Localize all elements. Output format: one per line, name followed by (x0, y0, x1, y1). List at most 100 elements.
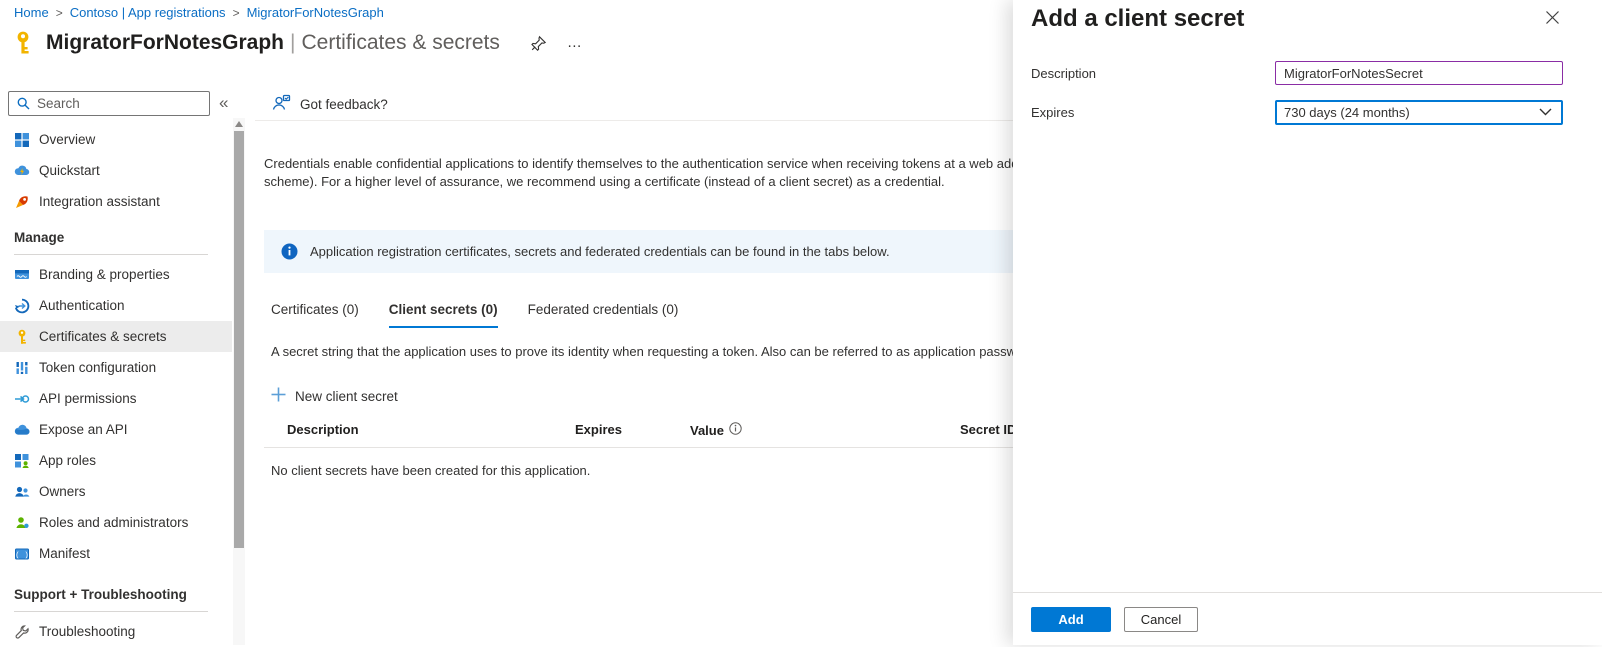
panel-title: Add a client secret (1031, 5, 1244, 33)
key-icon (10, 30, 36, 56)
sidebar-item-label: App roles (39, 453, 96, 468)
expires-field-row: Expires 730 days (24 months) (1031, 99, 1564, 125)
page-title-section: Certificates & secrets (301, 31, 499, 54)
new-client-secret-button[interactable]: New client secret (271, 387, 398, 405)
page-title: MigratorForNotesGraph|Certificates & sec… (46, 31, 500, 55)
column-header-secret-id: Secret ID (960, 422, 1016, 437)
info-banner-text: Application registration certificates, s… (310, 244, 890, 259)
sidebar-item-label: Expose an API (39, 422, 128, 437)
svg-text:( ): ( ) (15, 551, 29, 559)
sidebar-search-box[interactable] (8, 91, 210, 116)
column-header-expires: Expires (575, 422, 622, 437)
breadcrumb: Home > Contoso | App registrations > Mig… (14, 5, 384, 20)
sidebar-item-label: API permissions (39, 391, 137, 406)
sidebar-item-roles-administrators[interactable]: Roles and administrators (0, 507, 232, 538)
overview-icon (14, 132, 30, 148)
sidebar-item-overview[interactable]: Overview (0, 124, 232, 155)
description-input[interactable] (1275, 61, 1563, 85)
troubleshooting-wrench-icon (14, 624, 30, 640)
breadcrumb-current-app-link[interactable]: MigratorForNotesGraph (247, 5, 384, 20)
sidebar-item-troubleshooting[interactable]: Troubleshooting (0, 616, 232, 647)
search-icon (17, 97, 30, 110)
sidebar-item-app-roles[interactable]: App roles (0, 445, 232, 476)
panel-footer: Add Cancel (1013, 592, 1602, 645)
breadcrumb-home-link[interactable]: Home (14, 5, 49, 20)
info-icon (281, 243, 298, 260)
got-feedback-button[interactable]: Got feedback? (272, 94, 388, 115)
page-title-app: MigratorForNotesGraph (46, 31, 284, 54)
empty-table-message: No client secrets have been created for … (271, 463, 590, 478)
sidebar-item-label: Token configuration (39, 360, 156, 375)
sidebar-item-label: Integration assistant (39, 194, 160, 209)
sidebar: « Overview Quickstart Integration assist… (0, 85, 247, 645)
cancel-button[interactable]: Cancel (1124, 607, 1198, 632)
manifest-icon: ( ) (14, 546, 30, 562)
pin-icon[interactable] (530, 35, 547, 52)
sidebar-section-manage: Manage (0, 217, 232, 250)
search-input[interactable] (37, 96, 209, 111)
scrollbar-thumb[interactable] (234, 131, 244, 548)
quickstart-icon (14, 163, 30, 179)
sidebar-item-label: Roles and administrators (39, 515, 188, 530)
plus-icon (271, 387, 286, 405)
app-roles-icon (14, 453, 30, 469)
expires-selected-value: 730 days (24 months) (1277, 105, 1410, 120)
breadcrumb-app-registrations-link[interactable]: Contoso | App registrations (70, 5, 226, 20)
roles-administrators-icon (14, 515, 30, 531)
breadcrumb-separator: > (56, 6, 63, 20)
sidebar-nav: Overview Quickstart Integration assistan… (0, 124, 232, 647)
close-icon[interactable] (1545, 10, 1560, 25)
expires-label: Expires (1031, 105, 1275, 120)
scrollbar-up-arrow[interactable] (235, 121, 243, 127)
collapse-sidebar-icon[interactable]: « (219, 93, 228, 113)
sidebar-item-label: Certificates & secrets (39, 329, 167, 344)
sidebar-item-certificates-secrets[interactable]: Certificates & secrets (0, 321, 232, 352)
column-header-value: Value (690, 422, 742, 438)
sidebar-item-label: Authentication (39, 298, 125, 313)
tab-bar: Certificates (0) Client secrets (0) Fede… (271, 302, 678, 328)
sidebar-item-integration-assistant[interactable]: Integration assistant (0, 186, 232, 217)
add-button[interactable]: Add (1031, 607, 1111, 632)
page-header: MigratorForNotesGraph|Certificates & sec… (10, 30, 584, 56)
feedback-icon (272, 94, 291, 115)
column-header-value-label: Value (690, 423, 724, 438)
sidebar-item-owners[interactable]: Owners (0, 476, 232, 507)
chevron-down-icon (1539, 108, 1552, 116)
sidebar-item-quickstart[interactable]: Quickstart (0, 155, 232, 186)
sidebar-item-expose-an-api[interactable]: Expose an API (0, 414, 232, 445)
sidebar-item-label: Quickstart (39, 163, 100, 178)
tab-federated-credentials[interactable]: Federated credentials (0) (528, 302, 679, 328)
token-configuration-icon (14, 360, 30, 376)
api-permissions-icon (14, 391, 30, 407)
sidebar-item-label: Overview (39, 132, 95, 147)
sidebar-item-manifest[interactable]: ( ) Manifest (0, 538, 232, 569)
column-header-description: Description (287, 422, 359, 437)
value-info-icon[interactable] (729, 422, 742, 438)
feedback-label: Got feedback? (300, 97, 388, 112)
expires-select[interactable]: 730 days (24 months) (1275, 100, 1563, 125)
authentication-icon (14, 298, 30, 314)
branding-icon (14, 267, 30, 283)
add-client-secret-panel: Add a client secret Description Expires … (1013, 0, 1602, 645)
more-options-icon[interactable]: … (567, 38, 584, 48)
sidebar-item-label: Troubleshooting (39, 624, 135, 639)
new-client-secret-label: New client secret (295, 389, 398, 404)
sidebar-item-label: Manifest (39, 546, 90, 561)
sidebar-section-support: Support + Troubleshooting (0, 569, 232, 607)
integration-assistant-icon (14, 194, 30, 210)
sidebar-scrollbar[interactable] (233, 118, 245, 645)
sidebar-item-branding-properties[interactable]: Branding & properties (0, 259, 232, 290)
breadcrumb-separator: > (233, 6, 240, 20)
sidebar-item-label: Branding & properties (39, 267, 170, 282)
expose-api-cloud-icon (14, 422, 30, 438)
divider (14, 254, 208, 255)
tab-certificates[interactable]: Certificates (0) (271, 302, 359, 328)
description-field-row: Description (1031, 60, 1564, 86)
tab-client-secrets[interactable]: Client secrets (0) (389, 302, 498, 328)
sidebar-item-api-permissions[interactable]: API permissions (0, 383, 232, 414)
owners-icon (14, 484, 30, 500)
sidebar-item-authentication[interactable]: Authentication (0, 290, 232, 321)
page-title-pipe: | (284, 31, 301, 54)
divider (14, 611, 208, 612)
sidebar-item-token-configuration[interactable]: Token configuration (0, 352, 232, 383)
